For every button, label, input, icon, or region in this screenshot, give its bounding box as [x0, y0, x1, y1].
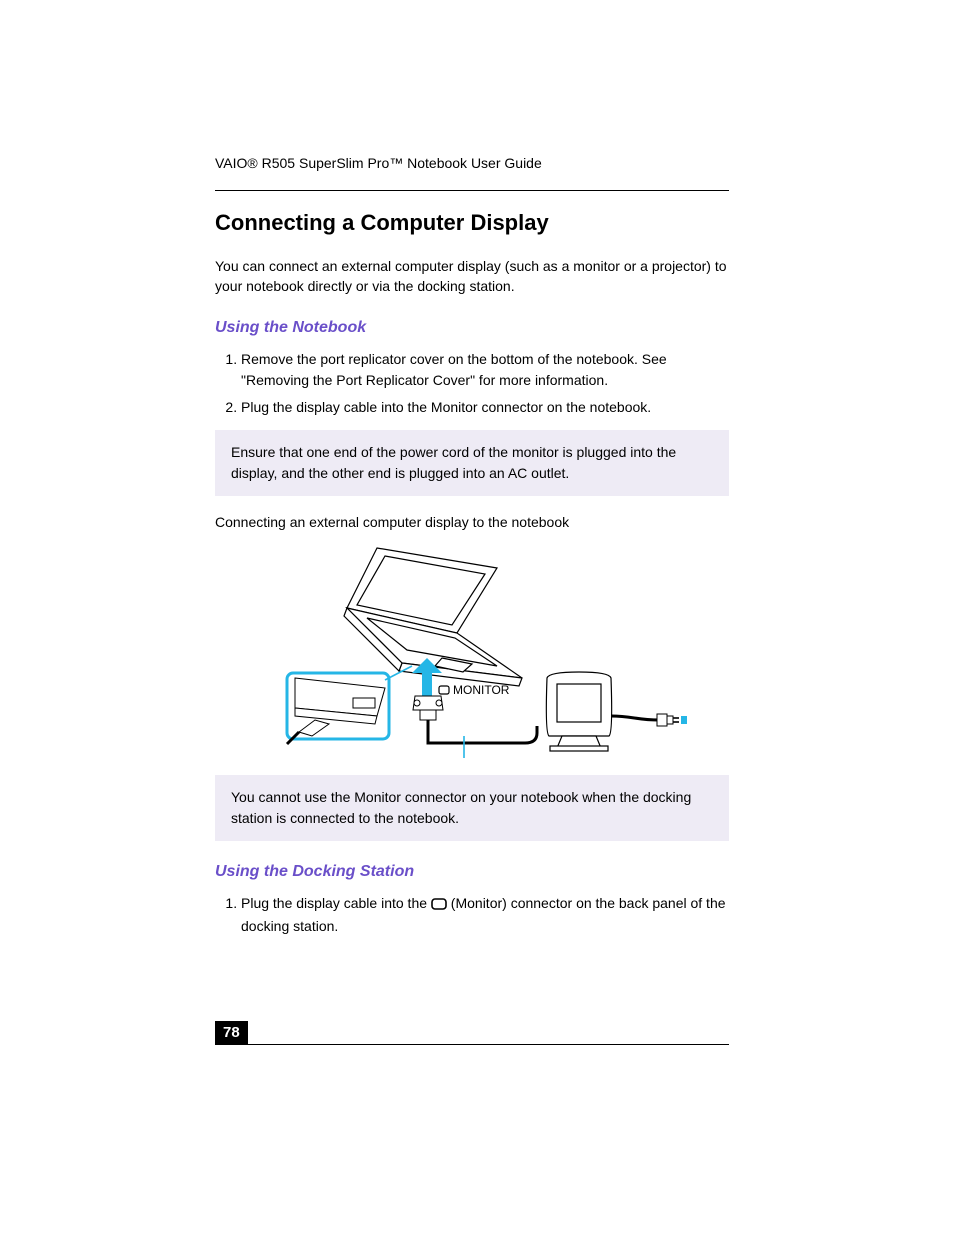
note-box-docking-conflict: You cannot use the Monitor connector on … [215, 775, 729, 841]
content-area: Connecting a Computer Display You can co… [215, 200, 729, 943]
section-title: Connecting a Computer Display [215, 210, 729, 236]
callout-port-zoom [287, 673, 389, 744]
footer-rule [215, 1044, 729, 1045]
steps-notebook: Remove the port replicator cover on the … [215, 349, 729, 418]
monitor-label-text: MONITOR [453, 683, 510, 697]
step-docking-text-prefix: Plug the display cable into the [241, 895, 431, 911]
figure-caption: Connecting an external computer display … [215, 512, 729, 532]
step-item: Plug the display cable into the (Monitor… [241, 893, 729, 937]
step-item: Plug the display cable into the Monitor … [241, 397, 729, 418]
subheading-docking: Using the Docking Station [215, 863, 729, 881]
figure-wrap: MONITOR [215, 538, 729, 763]
vga-connector-icon [413, 696, 443, 720]
arrow-right-icon [681, 710, 687, 730]
page: VAIO® R505 SuperSlim Pro™ Notebook User … [0, 0, 954, 1235]
note-box-power-cord: Ensure that one end of the power cord of… [215, 430, 729, 496]
subheading-notebook: Using the Notebook [215, 319, 729, 337]
power-plug-icon [657, 714, 679, 726]
steps-docking: Plug the display cable into the (Monitor… [215, 893, 729, 937]
step-item: Remove the port replicator cover on the … [241, 349, 729, 391]
intro-paragraph: You can connect an external computer dis… [215, 256, 729, 297]
page-number: 78 [215, 1021, 248, 1044]
monitor-port-label: MONITOR [439, 683, 510, 697]
monitor-port-icon [431, 895, 447, 916]
running-header: VAIO® R505 SuperSlim Pro™ Notebook User … [215, 155, 729, 171]
note-text: Ensure that one end of the power cord of… [231, 442, 713, 484]
note-text: You cannot use the Monitor connector on … [231, 787, 713, 829]
diagram-laptop-to-monitor: MONITOR [257, 538, 687, 758]
footer: 78 [215, 1022, 729, 1045]
external-monitor-icon [546, 672, 611, 751]
top-rule [215, 190, 729, 191]
